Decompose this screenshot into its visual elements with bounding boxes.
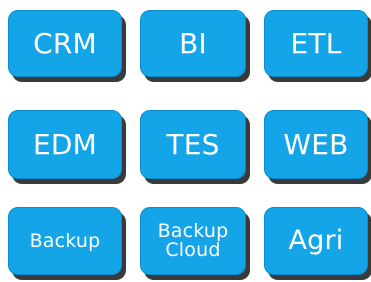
tile-tes[interactable]: TES: [140, 110, 246, 179]
tile-agri[interactable]: Agri: [264, 207, 368, 275]
tile-bi[interactable]: BI: [140, 10, 246, 77]
tile-backup-cloud-label: Backup Cloud: [157, 220, 229, 261]
tile-backup[interactable]: Backup: [8, 207, 122, 275]
tile-backup-cloud[interactable]: Backup Cloud: [140, 207, 246, 275]
tile-crm-label: CRM: [33, 26, 97, 60]
tile-edm[interactable]: EDM: [8, 110, 122, 179]
tile-edm-label: EDM: [32, 127, 97, 161]
tile-web-label: WEB: [283, 127, 349, 161]
tile-etl-label: ETL: [290, 26, 342, 60]
tile-etl[interactable]: ETL: [264, 10, 368, 77]
tile-tes-label: TES: [166, 127, 220, 161]
tile-backup-label: Backup: [29, 229, 101, 252]
tile-bi-label: BI: [179, 26, 207, 60]
tile-crm[interactable]: CRM: [8, 10, 122, 77]
tile-agri-label: Agri: [288, 225, 344, 256]
tile-web[interactable]: WEB: [264, 110, 368, 179]
